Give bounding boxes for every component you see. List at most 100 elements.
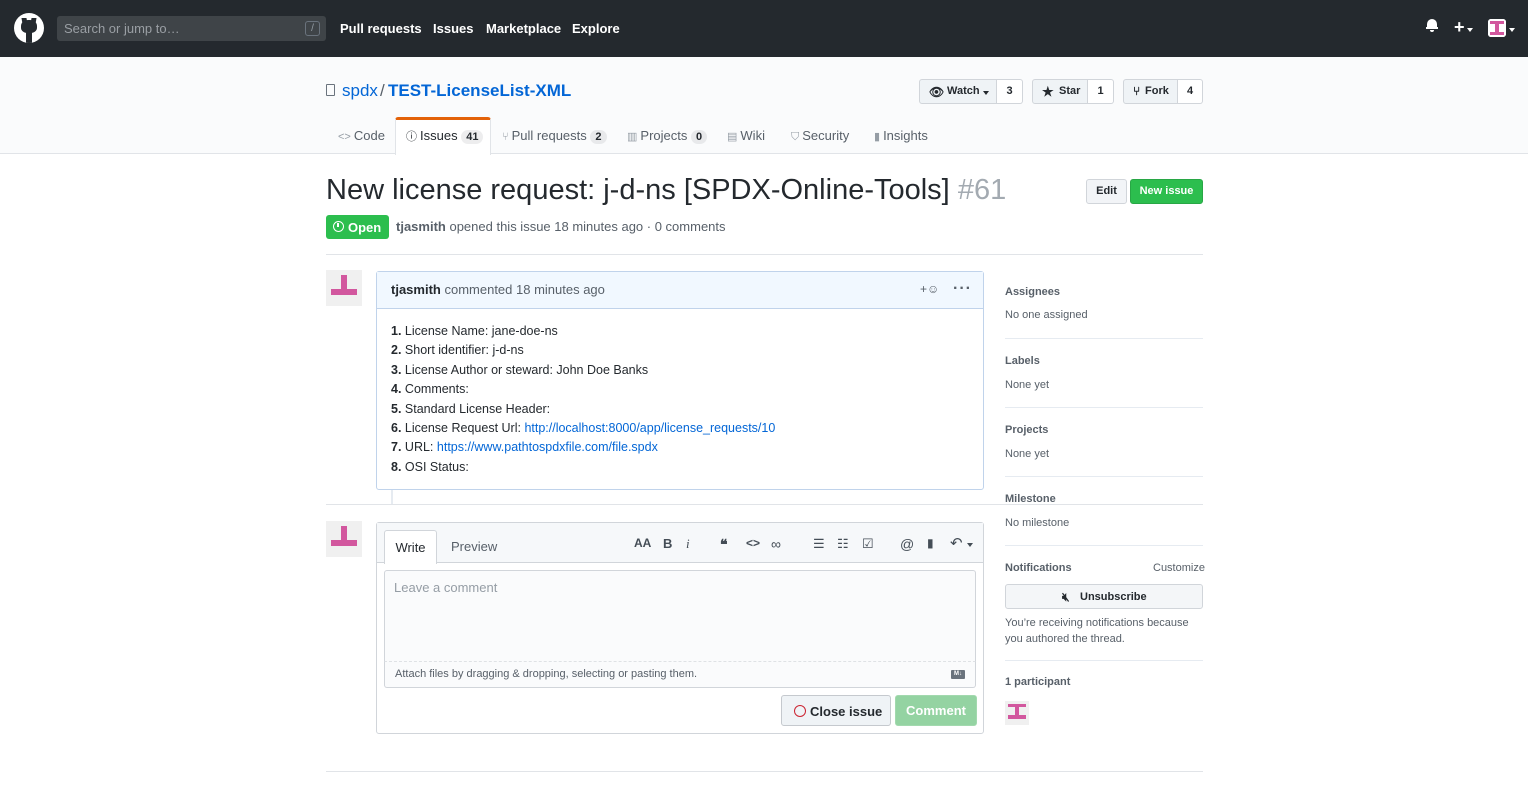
current-user-avatar[interactable] xyxy=(326,521,362,557)
tab-preview[interactable]: Preview xyxy=(451,539,497,554)
tab-write[interactable]: Write xyxy=(384,530,437,564)
nav-explore[interactable]: Explore xyxy=(572,21,620,36)
footer-divider xyxy=(326,771,1203,772)
tab-projects[interactable]: ▥ Projects 0 xyxy=(627,128,708,144)
tab-pulls-label: Pull requests xyxy=(511,128,587,143)
nav-issues[interactable]: Issues xyxy=(433,21,473,36)
link-icon[interactable]: ∞ xyxy=(771,536,781,552)
issue-meta: tjasmith opened this issue 18 minutes ag… xyxy=(396,219,726,234)
unsubscribe-button[interactable]: 🔇︎ Unsubscribe xyxy=(1005,584,1203,609)
repo-name-link[interactable]: TEST-LicenseList-XML xyxy=(388,81,571,101)
comment-list-item: 2. Short identifier: j-d-ns xyxy=(391,341,775,360)
bookmark-icon[interactable]: ▮ xyxy=(927,536,934,550)
list-number: 5. xyxy=(391,401,402,416)
tab-insights[interactable]: ▮ Insights xyxy=(874,128,928,143)
comment-list-item: 6. License Request Url: http://localhost… xyxy=(391,419,775,438)
more-options-icon[interactable]: ··· xyxy=(953,280,972,298)
new-issue-button[interactable]: New issue xyxy=(1130,179,1203,204)
issue-opened-icon xyxy=(333,221,344,232)
edit-title-button[interactable]: Edit xyxy=(1086,179,1127,204)
shield-icon: ⛉ xyxy=(791,131,800,143)
list-number: 2. xyxy=(391,343,402,358)
fork-button[interactable]: ⑂ Fork xyxy=(1123,79,1178,104)
sidebar-labels-heading[interactable]: Labels xyxy=(1005,355,1040,367)
watch-count[interactable]: 3 xyxy=(997,79,1023,104)
comment-submit-button[interactable]: Comment xyxy=(895,695,977,726)
tab-issues-content[interactable]: ⓘ Issues 41 xyxy=(406,128,484,144)
tab-projects-label: Projects xyxy=(640,128,688,143)
markdown-icon[interactable]: M↓ xyxy=(951,670,965,679)
bullet-list-icon[interactable]: ☰ xyxy=(813,536,825,552)
sidebar-milestone-heading[interactable]: Milestone xyxy=(1005,493,1056,505)
list-item-text: Standard License Header: xyxy=(404,401,551,416)
tab-code[interactable]: <> Code xyxy=(338,128,385,143)
tab-security-label: Security xyxy=(802,128,850,143)
star-count[interactable]: 1 xyxy=(1088,79,1114,104)
comment-timestamp[interactable]: commented 18 minutes ago xyxy=(444,282,604,297)
sidebar-milestone-value: No milestone xyxy=(1005,517,1070,529)
add-reaction-icon[interactable]: +☺ xyxy=(920,282,939,296)
list-item-text: License Author or steward: John Doe Bank… xyxy=(404,362,649,377)
timeline-connector xyxy=(391,490,393,504)
nav-marketplace[interactable]: Marketplace xyxy=(486,21,561,36)
bell-icon[interactable] xyxy=(1426,18,1438,32)
code-icon[interactable]: <> xyxy=(746,536,760,550)
star-button[interactable]: ★ Star xyxy=(1032,79,1088,104)
italic-icon[interactable]: i xyxy=(686,536,690,552)
watch-button[interactable]: 👁 Watch xyxy=(919,79,997,104)
tab-wiki[interactable]: ▤ Wiki xyxy=(727,128,765,143)
tab-insights-label: Insights xyxy=(883,128,928,143)
chevron-down-icon xyxy=(967,543,973,547)
comment-list-item: 5. Standard License Header: xyxy=(391,400,775,419)
list-item-link[interactable]: https://www.pathtospdxfile.com/file.spdx xyxy=(437,440,658,454)
close-issue-label: Close issue xyxy=(810,704,883,719)
repo-path-separator: / xyxy=(380,81,385,100)
create-new-plus-icon[interactable]: + xyxy=(1454,17,1465,37)
reply-icon[interactable]: ↶ xyxy=(950,534,963,552)
file-attach-zone[interactable]: Attach files by dragging & dropping, sel… xyxy=(384,661,976,688)
issues-counter: 41 xyxy=(461,130,484,144)
mention-icon[interactable]: @ xyxy=(900,536,914,552)
user-avatar[interactable] xyxy=(1488,19,1506,37)
sidebar-divider xyxy=(1005,338,1203,339)
list-number: 6. xyxy=(391,420,402,435)
task-list-icon[interactable]: ☑ xyxy=(862,536,874,552)
unsubscribe-label: Unsubscribe xyxy=(1080,591,1147,603)
bold-icon[interactable]: B xyxy=(663,536,672,551)
repo-owner-link[interactable]: spdx xyxy=(342,81,378,101)
code-icon: <> xyxy=(338,131,351,143)
tab-code-label: Code xyxy=(353,128,385,143)
list-item-text: Comments: xyxy=(404,382,469,397)
issue-title-text: New license request: j-d-ns [SPDX-Online… xyxy=(326,174,950,206)
global-header: / Pull requests Issues Marketplace Explo… xyxy=(0,0,1528,57)
quote-icon[interactable]: ❝ xyxy=(720,536,728,553)
fork-label: Fork xyxy=(1145,85,1169,97)
timeline-divider xyxy=(326,504,1203,505)
list-item-link[interactable]: http://localhost:8000/app/license_reques… xyxy=(524,421,775,435)
comment-list-item: 1. License Name: jane-doe-ns xyxy=(391,322,775,341)
numbered-list-icon[interactable]: ☷ xyxy=(837,536,849,552)
header-text-icon[interactable]: AA xyxy=(634,536,651,550)
participant-avatar[interactable] xyxy=(1005,701,1029,725)
sidebar-notifications-heading: Notifications xyxy=(1005,562,1072,574)
close-issue-button[interactable]: Close issue xyxy=(781,695,891,726)
comment-author-link[interactable]: tjasmith xyxy=(391,282,441,297)
issue-opened-icon: ⓘ xyxy=(406,131,417,143)
comment-header: tjasmith commented 18 minutes ago +☺ ··· xyxy=(377,272,983,309)
tab-security[interactable]: ⛉ Security xyxy=(791,128,849,144)
eye-icon: 👁 xyxy=(929,85,945,99)
comment-author-avatar[interactable] xyxy=(326,270,362,306)
comment-textarea[interactable] xyxy=(385,571,975,661)
search-input[interactable] xyxy=(57,16,297,41)
sidebar-assignees-heading[interactable]: Assignees xyxy=(1005,286,1060,298)
customize-notifications-link[interactable]: Customize xyxy=(1153,562,1205,574)
sidebar-projects-value: None yet xyxy=(1005,448,1050,460)
list-item-text: OSI Status: xyxy=(404,459,469,474)
search-box[interactable]: / xyxy=(57,16,326,41)
nav-pull-requests[interactable]: Pull requests xyxy=(340,21,422,36)
fork-count[interactable]: 4 xyxy=(1178,79,1203,104)
github-logo-icon[interactable] xyxy=(14,13,44,43)
issue-author-link[interactable]: tjasmith xyxy=(396,219,446,234)
sidebar-projects-heading[interactable]: Projects xyxy=(1005,424,1048,436)
tab-pull-requests[interactable]: ⑂ Pull requests 2 xyxy=(502,128,607,144)
